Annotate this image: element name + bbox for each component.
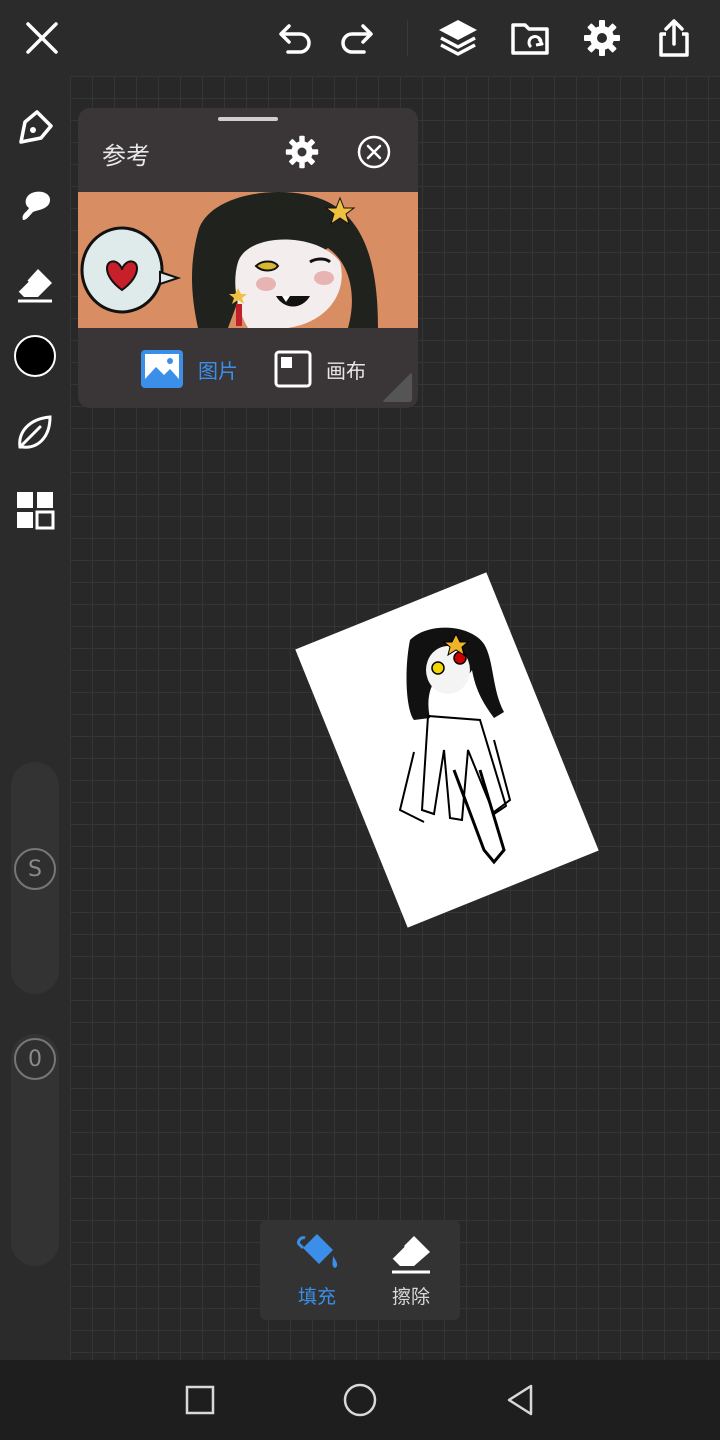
paint-bucket-icon bbox=[297, 1234, 338, 1268]
folder-import-icon[interactable] bbox=[506, 14, 554, 62]
opacity-slider-knob[interactable]: 0 bbox=[14, 1038, 56, 1080]
color-swatch[interactable] bbox=[11, 332, 59, 380]
canvas-icon bbox=[274, 350, 312, 388]
close-circle-icon[interactable] bbox=[354, 132, 394, 172]
eraser-icon[interactable] bbox=[11, 260, 59, 308]
opacity-slider[interactable]: 0 bbox=[11, 1034, 59, 1266]
home-icon[interactable] bbox=[336, 1376, 384, 1424]
redo-icon[interactable] bbox=[334, 14, 382, 62]
brush-size-slider[interactable]: S bbox=[11, 762, 59, 994]
eraser-icon bbox=[391, 1236, 430, 1274]
reference-settings-icon[interactable] bbox=[282, 132, 322, 172]
reference-image bbox=[78, 192, 418, 328]
erase-button-label: 擦除 bbox=[391, 1286, 430, 1308]
recent-apps-icon[interactable] bbox=[176, 1376, 224, 1424]
tab-canvas[interactable]: 画布 bbox=[274, 346, 366, 392]
reference-panel[interactable]: 参考 图片 画布 bbox=[78, 108, 418, 408]
pen-icon[interactable] bbox=[11, 104, 59, 152]
share-icon[interactable] bbox=[650, 14, 698, 62]
gear-icon[interactable] bbox=[578, 14, 626, 62]
undo-icon[interactable] bbox=[270, 14, 318, 62]
tab-image[interactable]: 图片 bbox=[140, 346, 238, 392]
system-nav-bar bbox=[0, 1360, 720, 1440]
top-toolbar bbox=[0, 0, 720, 76]
fill-toolbar: 填充 擦除 bbox=[260, 1220, 460, 1320]
size-slider-knob[interactable]: S bbox=[14, 848, 56, 890]
smudge-icon[interactable] bbox=[11, 182, 59, 230]
tab-image-label: 图片 bbox=[198, 358, 238, 383]
erase-fill-button[interactable]: 擦除 bbox=[366, 1230, 456, 1310]
resize-handle[interactable] bbox=[382, 372, 412, 402]
reference-panel-title: 参考 bbox=[102, 142, 150, 170]
leaf-icon[interactable] bbox=[11, 408, 59, 456]
grid-icon[interactable] bbox=[11, 486, 59, 534]
close-icon[interactable] bbox=[18, 14, 66, 62]
drag-handle[interactable] bbox=[218, 117, 278, 121]
fill-button-label: 填充 bbox=[297, 1286, 336, 1308]
image-icon bbox=[141, 350, 183, 388]
back-icon[interactable] bbox=[496, 1376, 544, 1424]
fill-button[interactable]: 填充 bbox=[272, 1230, 362, 1310]
left-toolbar: S 0 bbox=[0, 76, 70, 1360]
toolbar-divider bbox=[407, 20, 408, 56]
layers-icon[interactable] bbox=[434, 14, 482, 62]
tab-canvas-label: 画布 bbox=[326, 358, 366, 383]
